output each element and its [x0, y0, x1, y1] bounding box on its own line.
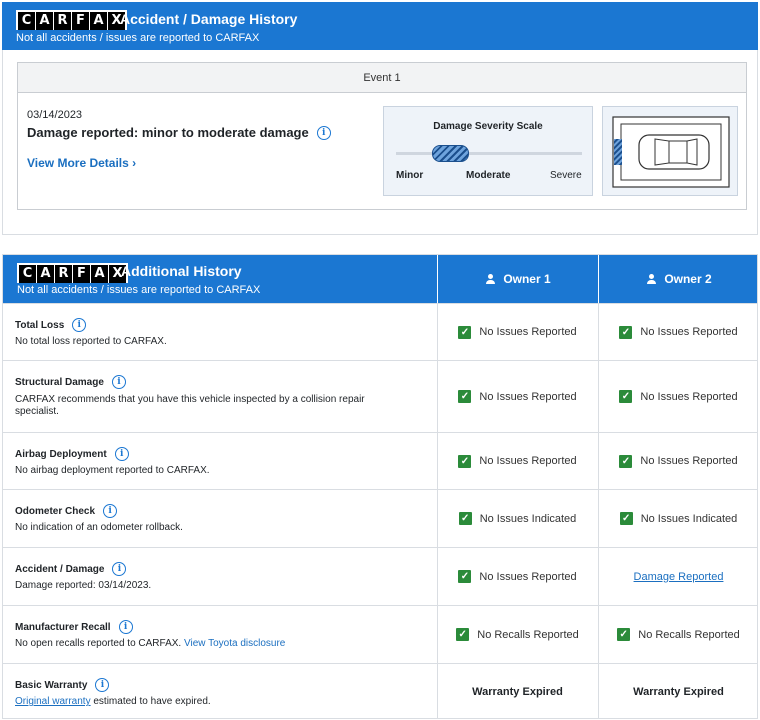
owner-1-status: ✓ No Issues Reported [437, 304, 598, 360]
row-description: No airbag deployment reported to CARFAX. [15, 465, 210, 476]
owner-1-status: ✓ No Issues Reported [437, 433, 598, 489]
severity-indicator [432, 145, 469, 162]
owner-2-status: ✓ No Issues Reported [598, 304, 759, 360]
owner-2-status: ✓ No Issues Indicated [598, 490, 759, 547]
row-label: Structural Damage i [15, 375, 126, 389]
check-icon: ✓ [458, 454, 472, 468]
damage-location-diagram [602, 106, 738, 196]
additional-history-section: CARFAX Additional History Not all accide… [2, 254, 758, 719]
row-description: No total loss reported to CARFAX. [15, 336, 167, 347]
row-description: Original warranty estimated to have expi… [15, 696, 211, 707]
info-icon[interactable]: i [111, 375, 126, 389]
person-icon [485, 274, 496, 284]
check-icon: ✓ [617, 628, 631, 641]
owner-2-status: ✓ No Issues Reported [598, 433, 759, 489]
owner-1-status: ✓ No Issues Indicated [437, 490, 598, 547]
additional-subtitle: Not all accidents / issues are reported … [17, 284, 261, 296]
table-row: Basic Warranty i Original warranty estima… [3, 663, 757, 719]
accident-subtitle: Not all accidents / issues are reported … [16, 32, 260, 44]
row-label: Manufacturer Recall i [15, 620, 133, 634]
info-icon[interactable]: i [112, 562, 127, 576]
info-icon[interactable]: i [95, 678, 110, 692]
row-description: No indication of an odometer rollback. [15, 522, 183, 533]
check-icon: ✓ [458, 570, 472, 583]
additional-header: CARFAX Additional History Not all accide… [3, 255, 757, 303]
row-description: No open recalls reported to CARFAX. View… [15, 638, 286, 649]
severity-minor-label: Minor [396, 170, 424, 181]
check-icon: ✓ [458, 390, 472, 403]
table-row: Total Loss i No total loss reported to CA… [3, 303, 757, 360]
owner-2-status: Warranty Expired [633, 685, 724, 698]
row-label: Basic Warranty i [15, 678, 110, 692]
carfax-logo: CARFAX [16, 10, 127, 30]
owner-1-status: Warranty Expired [472, 685, 563, 698]
damage-reported-link[interactable]: Damage Reported [634, 571, 724, 583]
row-label: Airbag Deployment i [15, 447, 129, 461]
owner-2-status: ✓ No Issues Reported [598, 361, 759, 432]
owner-1-status: ✓ No Issues Reported [437, 548, 598, 605]
event-headline: Damage reported: minor to moderate damag… [27, 125, 331, 140]
owner-2-header: Owner 2 [598, 255, 759, 303]
table-row: Structural Damage i CARFAX recommends tha… [3, 360, 757, 432]
check-icon: ✓ [458, 512, 472, 525]
severity-moderate-label: Moderate [466, 170, 511, 181]
damage-severity-scale: Damage Severity Scale Minor Moderate Sev… [383, 106, 593, 196]
accident-title: Accident / Damage History [120, 11, 298, 27]
accident-card: Event 1 03/14/2023 Damage reported: mino… [2, 50, 758, 235]
info-icon[interactable]: i [103, 504, 118, 518]
table-row: Accident / Damage i Damage reported: 03/1… [3, 547, 757, 605]
severity-severe-label: Severe [550, 170, 582, 181]
original-warranty-link[interactable]: Original warranty [15, 696, 91, 707]
check-icon: ✓ [619, 325, 633, 339]
row-label: Odometer Check i [15, 504, 118, 518]
info-icon[interactable]: i [316, 125, 331, 140]
row-label: Accident / Damage i [15, 562, 127, 576]
check-icon: ✓ [619, 454, 633, 468]
table-row: Manufacturer Recall i No open recalls rep… [3, 605, 757, 663]
owner-2-status: ✓ No Recalls Reported [598, 606, 759, 663]
car-icon [612, 116, 730, 188]
check-icon: ✓ [456, 628, 470, 641]
info-icon[interactable]: i [114, 447, 129, 461]
owner-2-status: Damage Reported [598, 548, 759, 605]
owner-1-status: ✓ No Recalls Reported [437, 606, 598, 663]
carfax-logo: CARFAX [17, 263, 128, 283]
event-date: 03/14/2023 [27, 109, 83, 121]
check-icon: ✓ [458, 325, 472, 339]
person-icon [646, 274, 657, 284]
accident-header: CARFAX Accident / Damage History Not all… [2, 2, 758, 50]
info-icon[interactable]: i [118, 620, 133, 634]
owner-1-status: ✓ No Issues Reported [437, 361, 598, 432]
event-box: Event 1 03/14/2023 Damage reported: mino… [17, 62, 747, 210]
event-headline-text: Damage reported: minor to moderate damag… [27, 125, 309, 140]
table-row: Odometer Check i No indication of an odom… [3, 489, 757, 547]
severity-title: Damage Severity Scale [433, 121, 543, 132]
row-description: Damage reported: 03/14/2023. [15, 580, 152, 591]
additional-title: Additional History [121, 263, 242, 279]
check-icon: ✓ [619, 512, 633, 525]
check-icon: ✓ [619, 390, 633, 403]
row-label: Total Loss i [15, 318, 87, 332]
table-row: Airbag Deployment i No airbag deployment … [3, 432, 757, 489]
severity-track [396, 152, 582, 155]
row-description: CARFAX recommends that you have this veh… [15, 394, 365, 417]
owner-1-header: Owner 1 [437, 255, 598, 303]
view-more-details-link[interactable]: View More Details › [27, 156, 136, 170]
event-label: Event 1 [18, 63, 746, 93]
toyota-disclosure-link[interactable]: View Toyota disclosure [184, 638, 285, 649]
info-icon[interactable]: i [72, 318, 87, 332]
